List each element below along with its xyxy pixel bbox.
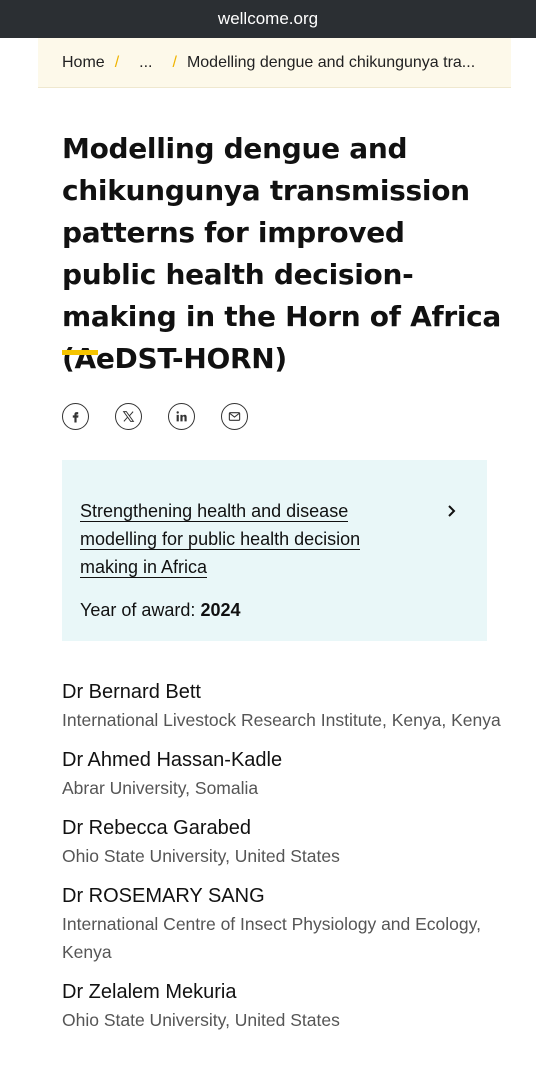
url-text: wellcome.org [217,9,319,28]
breadcrumb-separator: / [114,53,120,71]
person-name: Dr Ahmed Hassan-Kadle [62,749,283,771]
linkedin-icon [176,411,187,422]
browser-url-bar[interactable]: wellcome.org [0,0,536,38]
breadcrumb-ellipsis-link[interactable]: ... [129,54,162,72]
list-item: Dr ROSEMARY SANG International Centre of… [62,883,502,966]
x-share-button[interactable] [115,403,142,430]
facebook-icon [72,412,79,423]
list-item: Dr Bernard Bett International Livestock … [62,679,502,734]
breadcrumb-home-link[interactable]: Home [62,54,105,72]
breadcrumb: Home / ... / Modelling dengue and chikun… [38,38,511,88]
person-name: Dr Rebecca Garabed [62,817,251,839]
funding-scheme-link[interactable]: Strengthening health and disease modelli… [80,497,380,581]
facebook-share-button[interactable] [62,403,89,430]
linkedin-share-button[interactable] [168,403,195,430]
person-name: Dr Zelalem Mekuria [62,981,237,1003]
page-title: Modelling dengue and chikungunya transmi… [62,132,502,375]
award-year-value: 2024 [200,600,241,620]
share-links [62,403,248,430]
list-item: Dr Ahmed Hassan-Kadle Abrar University, … [62,747,502,802]
title-accent-bar [62,350,98,355]
chevron-right-icon[interactable] [445,502,459,520]
breadcrumb-separator: / [172,53,177,71]
people-list: Dr Bernard Bett International Livestock … [62,679,502,1047]
person-organisation: International Livestock Research Institu… [62,710,501,730]
email-icon [228,412,241,421]
person-name: Dr Bernard Bett [62,681,201,703]
person-organisation: International Centre of Insect Physiolog… [62,914,481,962]
person-organisation: Ohio State University, United States [62,1010,340,1030]
award-year-label: Year of award: [80,600,196,620]
funding-scheme-label: Strengthening health and disease modelli… [80,501,361,578]
list-item: Dr Rebecca Garabed Ohio State University… [62,815,502,870]
list-item: Dr Zelalem Mekuria Ohio State University… [62,979,502,1034]
x-icon [122,411,135,422]
award-year: Year of award: 2024 [80,600,240,621]
breadcrumb-current: Modelling dengue and chikungunya tra... [186,53,476,71]
person-organisation: Abrar University, Somalia [62,778,259,798]
award-info-box: Strengthening health and disease modelli… [62,460,487,641]
person-name: Dr ROSEMARY SANG [62,885,265,907]
email-share-button[interactable] [221,403,248,430]
person-organisation: Ohio State University, United States [62,846,340,866]
